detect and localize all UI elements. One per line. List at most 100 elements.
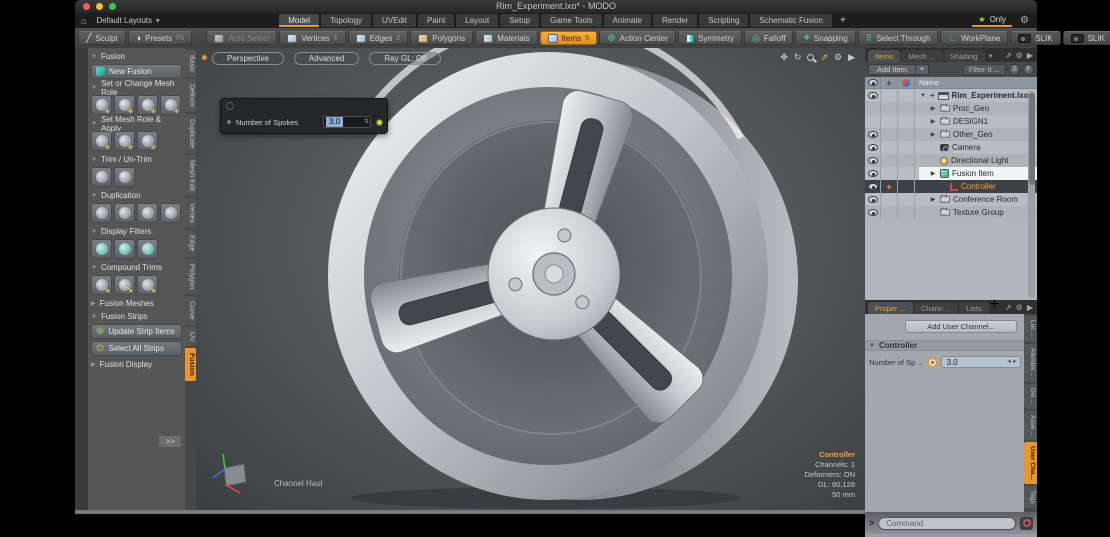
set-mesh-role-apply-tool-2-button[interactable] — [114, 131, 135, 152]
action-center-button[interactable]: Action Center — [599, 31, 676, 45]
display-filters-tool-2-button[interactable] — [114, 239, 135, 259]
add-cell[interactable] — [881, 128, 898, 141]
scrollbar-thumb[interactable] — [1028, 93, 1035, 185]
side-tab-loc[interactable]: Loc ... — [1024, 316, 1037, 342]
home-icon[interactable]: ⌂ — [81, 16, 86, 26]
eye-icon[interactable] — [867, 183, 878, 190]
render-cell[interactable] — [898, 206, 915, 219]
maximize-icon[interactable]: ⇗ — [1005, 51, 1012, 60]
workspace-tab-render[interactable]: Render — [653, 14, 698, 27]
panel-tab-mesh[interactable]: Mesh ... — [901, 50, 943, 62]
falloff-button[interactable]: Falloff — [743, 31, 794, 45]
controller-section-header[interactable]: ▼ Controller — [865, 340, 1024, 351]
set-mesh-role-apply-tool-3-button[interactable] — [137, 131, 158, 152]
add-workspace-tab-button[interactable]: + — [834, 14, 852, 27]
item-list-scrollbar[interactable] — [1028, 91, 1035, 298]
render-cell[interactable] — [898, 141, 915, 154]
gear-icon[interactable]: ⚙ — [1016, 303, 1023, 312]
visibility-cell[interactable] — [865, 180, 881, 193]
spokes-value-input[interactable]: 3.0 ⇅ — [323, 116, 371, 128]
eye-icon[interactable] — [867, 196, 878, 203]
more-icon[interactable]: ▶ — [1027, 303, 1033, 312]
item-row-rim-experiment-lxo[interactable]: ▼ + Rim_Experiment.lxo* — [865, 89, 1037, 102]
number-of-spokes-dialog[interactable]: Number of Spokes 3.0 ⇅ — [220, 98, 388, 134]
expander-closed-icon[interactable]: ▶ — [929, 131, 937, 138]
name-cell[interactable]: Controller — [915, 180, 1037, 193]
name-cell[interactable]: ▶ Fusion Item — [915, 167, 1037, 180]
filter-input[interactable]: Filter It ... — [962, 64, 1006, 75]
section-header-fusion-meshes[interactable]: ▶ Fusion Meshes — [91, 297, 182, 310]
workspace-tab-schematic-fusion[interactable]: Schematic Fusion — [750, 14, 832, 27]
set-or-change-mesh-role-tool-4-button[interactable] — [160, 95, 181, 116]
viewport-3d[interactable]: Perspective Advanced Ray GL: Off ✥ ↻ ⇗ ⚙ ▶ Num… — [196, 48, 865, 510]
name-cell[interactable]: ▶ Other_Geo — [915, 128, 1037, 141]
render-cell[interactable] — [898, 128, 915, 141]
side-tab-user-cha[interactable]: User Cha... — [1024, 442, 1037, 485]
compound-trims-tool-2-button[interactable] — [114, 275, 135, 295]
duplication-tool-4-button[interactable] — [160, 203, 181, 223]
visibility-cell[interactable] — [865, 128, 881, 141]
panel-tab-items[interactable]: Items — [868, 50, 901, 62]
perspective-button[interactable]: Perspective — [212, 52, 284, 65]
panel-tab-shading[interactable]: Shading — [943, 50, 985, 62]
side-tab-asse[interactable]: Asse ... — [1024, 410, 1037, 441]
name-cell[interactable]: Texture Group — [915, 206, 1037, 219]
add-cell[interactable] — [881, 89, 898, 102]
eye-icon[interactable] — [867, 92, 878, 99]
materials-button[interactable]: Materials — [475, 31, 538, 45]
settings-icon[interactable]: ⚙ — [834, 52, 842, 63]
more-icon[interactable]: ▶ — [848, 52, 855, 63]
channel-link-icon[interactable] — [926, 356, 938, 368]
visibility-cell[interactable] — [865, 102, 881, 115]
set-or-change-mesh-role-tool-1-button[interactable] — [91, 95, 112, 116]
zoom-icon[interactable] — [807, 54, 815, 61]
visibility-cell[interactable] — [865, 206, 881, 219]
more-tools-button[interactable]: >> — [159, 436, 181, 447]
add-item-button[interactable]: Add Item ▼ — [868, 64, 929, 75]
render-cell[interactable] — [898, 154, 915, 167]
scopes-button[interactable]: S — [1009, 64, 1020, 75]
edges-button[interactable]: Edges 2 — [347, 31, 409, 45]
section-header-fusion[interactable]: ▼ Fusion — [91, 50, 182, 63]
ray-gl-off-button[interactable]: Ray GL: Off — [369, 52, 442, 65]
filters-button[interactable]: F — [1023, 64, 1034, 75]
sidebar-tab-duplicate[interactable]: Duplicate — [185, 114, 196, 154]
add-cell[interactable] — [881, 154, 898, 167]
item-row-camera[interactable]: Camera — [865, 141, 1037, 154]
expander-closed-icon[interactable]: ▶ — [929, 196, 937, 203]
polygons-button[interactable]: Polygons — [410, 31, 474, 45]
workspace-tab-model[interactable]: Model — [279, 14, 319, 27]
workspace-tab-game-tools[interactable]: Game Tools — [541, 14, 602, 27]
presets-button[interactable]: PresetsF6 — [127, 31, 193, 45]
sidebar-tab-vertex[interactable]: Vertex — [185, 198, 196, 229]
record-macro-button[interactable] — [1020, 516, 1033, 530]
workspace-tab-topology[interactable]: Topology — [321, 14, 372, 27]
eye-icon[interactable] — [867, 209, 878, 216]
add-cell[interactable] — [881, 167, 898, 180]
sidebar-tab-basic[interactable]: Basic — [185, 50, 196, 78]
pan-icon[interactable]: ✥ — [780, 52, 788, 63]
expander-closed-icon[interactable]: ▶ — [929, 170, 937, 177]
compound-trims-tool-3-button[interactable] — [137, 275, 158, 295]
more-icon[interactable]: ▶ — [1027, 51, 1033, 60]
maximize-icon[interactable]: ⇗ — [820, 52, 828, 63]
workplane-button[interactable]: WorkPlane — [940, 31, 1009, 45]
snapping-button[interactable]: Snapping — [795, 31, 856, 45]
add-cell[interactable] — [881, 193, 898, 206]
section-header-trim-un-trim[interactable]: ▼ Trim / Un-Trim — [91, 153, 182, 166]
section-header-set-or-change-mesh-role[interactable]: ▼ Set or Change Mesh Role — [91, 79, 182, 97]
section-header-duplication[interactable]: ▼ Duplication — [91, 189, 182, 202]
section-header-compound-trims[interactable]: ▼ Compound Trims — [91, 261, 182, 274]
duplication-tool-2-button[interactable] — [114, 203, 135, 223]
add-cell[interactable]: + — [881, 180, 898, 193]
side-tab-tags[interactable]: Tags — [1024, 486, 1037, 509]
gear-icon[interactable]: ⚙ — [1020, 15, 1029, 26]
render-cell[interactable] — [898, 193, 915, 206]
layout-switcher[interactable]: Default Layouts ▼ — [96, 16, 161, 25]
item-row-texture-group[interactable]: Texture Group — [865, 206, 1037, 219]
expander-open-icon[interactable]: ▼ — [919, 93, 927, 99]
add-cell[interactable] — [881, 102, 898, 115]
sidebar-tab-mesh-edit[interactable]: Mesh Edit — [185, 155, 196, 197]
props-tab-chann[interactable]: Chann ... — [913, 302, 959, 314]
item-row-other-geo[interactable]: ▶ Other_Geo — [865, 128, 1037, 141]
